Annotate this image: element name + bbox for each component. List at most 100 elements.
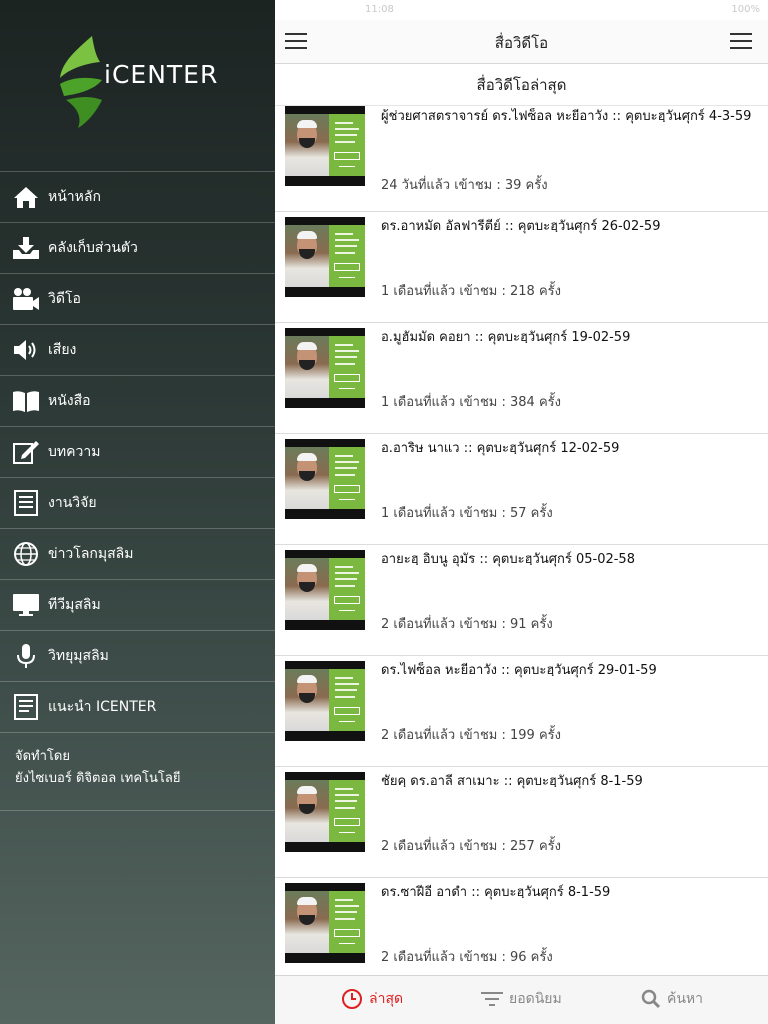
sidebar-item-label: งานวิจัย	[48, 495, 97, 511]
sidebar-item-label: ทีวีมุสลิม	[48, 597, 101, 613]
sidebar-item-label: ข่าวโลกมุสลิม	[48, 546, 134, 562]
thumbnail-date-box	[334, 596, 360, 604]
sidebar-item-about-icenter[interactable]: แนะนำ ICENTER	[0, 681, 275, 732]
video-row[interactable]: อ.มูฮัมมัด คอยา :: คุตบะฮฺวันศุกร์ 19-02…	[275, 323, 768, 434]
speaker-cap	[297, 786, 317, 794]
tab-bar: ล่าสุด ยอดนิยม ค้นหา	[275, 975, 768, 1024]
tab-latest[interactable]: ล่าสุด	[341, 988, 403, 1010]
nav-bar: สื่อวิดีโอ	[275, 20, 768, 64]
video-row[interactable]: อ.อาริษ นาแว :: คุตบะฮฺวันศุกร์ 12-02-59…	[275, 434, 768, 545]
document-icon	[11, 692, 41, 722]
thumbnail-date-box	[334, 707, 360, 715]
video-title[interactable]: ดร.ไฟซ็อล หะยีอาวัง :: คุตบะฮฺวันศุกร์ 2…	[381, 662, 758, 680]
sidebar-item-label: หนังสือ	[48, 393, 91, 409]
video-row[interactable]: ชัยคฺ ดร.อาลี สาเมาะ :: คุตบะฮฺวันศุกร์ …	[275, 767, 768, 878]
sidebar-item-home[interactable]: หน้าหลัก	[0, 171, 275, 222]
video-thumbnail[interactable]	[285, 106, 365, 186]
page-title: สื่อวิดีโอ	[494, 34, 549, 52]
monitor-icon	[11, 590, 41, 620]
status-battery: 100%	[731, 4, 760, 15]
thumbnail-date-box	[334, 485, 360, 493]
credit-block: จัดทำโดย ยังไซเบอร์ ดิจิตอล เทคโนโลยี	[0, 732, 275, 811]
sidebar-item-label: หน้าหลัก	[48, 189, 101, 205]
video-meta: 24 วันที่แล้ว เข้าชม : 39 ครั้ง	[381, 178, 548, 193]
video-meta: 2 เดือนที่แล้ว เข้าชม : 91 ครั้ง	[381, 617, 553, 632]
sidebar-menu: หน้าหลัก คลังเก็บส่วนตัว วิดีโอ เสียง หน…	[0, 171, 275, 811]
sidebar-item-label: เสียง	[48, 342, 77, 358]
video-meta: 2 เดือนที่แล้ว เข้าชม : 96 ครั้ง	[381, 950, 553, 965]
thumbnail-caption-panel	[329, 336, 365, 398]
logo-text: iCENTER	[104, 60, 219, 89]
thumbnail-caption-panel	[329, 225, 365, 287]
sidebar-item-label: แนะนำ ICENTER	[48, 699, 157, 715]
sidebar-item-muslim-tv[interactable]: ทีวีมุสลิม	[0, 579, 275, 630]
edit-note-icon	[11, 437, 41, 467]
thumbnail-caption-panel	[329, 780, 365, 842]
video-list[interactable]: ผู้ช่วยศาสตราจารย์ ดร.ไฟซ็อล หะยีอาวัง :…	[275, 106, 768, 975]
thumbnail-arrow	[339, 721, 355, 722]
sidebar-item-label: วิดีโอ	[48, 291, 81, 307]
video-thumbnail[interactable]	[285, 772, 365, 852]
speaker-cap	[297, 675, 317, 683]
speaker-cap	[297, 342, 317, 350]
video-row[interactable]: ผู้ช่วยศาสตราจารย์ ดร.ไฟซ็อล หะยีอาวัง :…	[275, 106, 768, 212]
video-row[interactable]: ดร.อาหมัด อัลฟารีตีย์ :: คุตบะฮฺวันศุกร์…	[275, 212, 768, 323]
video-thumbnail[interactable]	[285, 550, 365, 630]
thumbnail-arrow	[339, 610, 355, 611]
thumbnail-date-box	[334, 818, 360, 826]
document-list-icon	[11, 488, 41, 518]
video-row[interactable]: อายะฮฺ อิบนู อุมัร :: คุตบะฮฺวันศุกร์ 05…	[275, 545, 768, 656]
speaker-cap	[297, 564, 317, 572]
tab-latest-label: ล่าสุด	[369, 991, 404, 1007]
sidebar-item-audio[interactable]: เสียง	[0, 324, 275, 375]
tab-popular-label: ยอดนิยม	[509, 991, 562, 1007]
sidebar-item-video[interactable]: วิดีโอ	[0, 273, 275, 324]
status-clock: 11:08	[365, 4, 394, 15]
microphone-icon	[11, 641, 41, 671]
thumbnail-date-box	[334, 929, 360, 937]
video-thumbnail[interactable]	[285, 883, 365, 963]
sidebar-item-muslim-radio[interactable]: วิทยุมุสลิม	[0, 630, 275, 681]
clock-icon	[342, 989, 362, 1009]
status-bar: 11:08 100%	[275, 0, 768, 20]
video-meta: 2 เดือนที่แล้ว เข้าชม : 257 ครั้ง	[381, 839, 561, 854]
sidebar-item-private-storage[interactable]: คลังเก็บส่วนตัว	[0, 222, 275, 273]
thumbnail-date-box	[334, 152, 360, 160]
book-icon	[11, 386, 41, 416]
thumbnail-arrow	[339, 499, 355, 500]
sidebar-item-research[interactable]: งานวิจัย	[0, 477, 275, 528]
tab-search[interactable]: ค้นหา	[641, 988, 703, 1010]
video-title[interactable]: ดร.อาหมัด อัลฟารีตีย์ :: คุตบะฮฺวันศุกร์…	[381, 218, 758, 236]
thumbnail-arrow	[339, 943, 355, 944]
right-menu-icon[interactable]	[730, 33, 752, 49]
globe-icon	[11, 539, 41, 569]
tab-popular[interactable]: ยอดนิยม	[481, 988, 562, 1010]
video-title[interactable]: ดร.ซาฝีอี อาดำ :: คุตบะฮฺวันศุกร์ 8-1-59	[381, 884, 758, 902]
video-title[interactable]: อ.อาริษ นาแว :: คุตบะฮฺวันศุกร์ 12-02-59	[381, 440, 758, 458]
video-meta: 1 เดือนที่แล้ว เข้าชม : 218 ครั้ง	[381, 284, 561, 299]
video-thumbnail[interactable]	[285, 217, 365, 297]
credit-line-1: จัดทำโดย	[15, 749, 70, 764]
home-icon	[11, 182, 41, 212]
video-title[interactable]: อายะฮฺ อิบนู อุมัร :: คุตบะฮฺวันศุกร์ 05…	[381, 551, 758, 569]
thumbnail-arrow	[339, 388, 355, 389]
video-title[interactable]: ผู้ช่วยศาสตราจารย์ ดร.ไฟซ็อล หะยีอาวัง :…	[381, 108, 758, 126]
sidebar-item-articles[interactable]: บทความ	[0, 426, 275, 477]
video-camera-icon	[11, 284, 41, 314]
credit-line-2: ยังไซเบอร์ ดิจิตอล เทคโนโลยี	[15, 771, 181, 786]
download-tray-icon	[11, 233, 41, 263]
video-title[interactable]: อ.มูฮัมมัด คอยา :: คุตบะฮฺวันศุกร์ 19-02…	[381, 329, 758, 347]
video-title[interactable]: ชัยคฺ ดร.อาลี สาเมาะ :: คุตบะฮฺวันศุกร์ …	[381, 773, 758, 791]
video-thumbnail[interactable]	[285, 439, 365, 519]
speaker-cap	[297, 231, 317, 239]
video-thumbnail[interactable]	[285, 661, 365, 741]
video-row[interactable]: ดร.ไฟซ็อล หะยีอาวัง :: คุตบะฮฺวันศุกร์ 2…	[275, 656, 768, 767]
video-row[interactable]: ดร.ซาฝีอี อาดำ :: คุตบะฮฺวันศุกร์ 8-1-59…	[275, 878, 768, 975]
sidebar-item-books[interactable]: หนังสือ	[0, 375, 275, 426]
search-icon	[641, 989, 661, 1009]
thumbnail-caption-panel	[329, 558, 365, 620]
tab-search-label: ค้นหา	[667, 991, 704, 1007]
sidebar-item-muslim-world-news[interactable]: ข่าวโลกมุสลิม	[0, 528, 275, 579]
video-thumbnail[interactable]	[285, 328, 365, 408]
video-meta: 1 เดือนที่แล้ว เข้าชม : 57 ครั้ง	[381, 506, 553, 521]
